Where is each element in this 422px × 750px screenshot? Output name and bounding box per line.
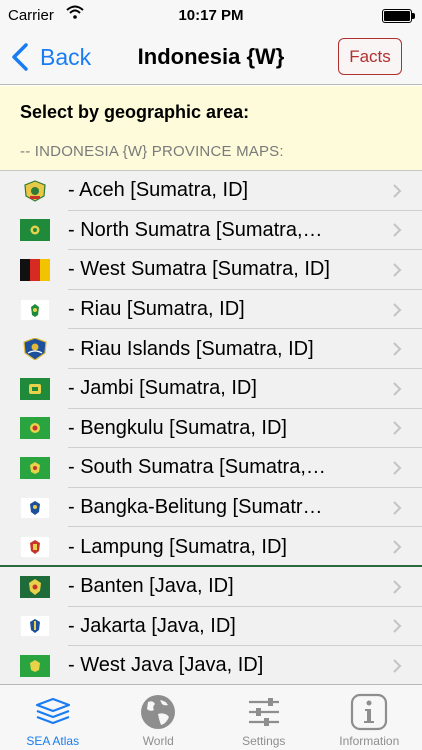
back-label: Back bbox=[40, 43, 92, 70]
list-item-lampung[interactable]: - Lampung [Sumatra, ID] bbox=[0, 527, 422, 567]
west-java-flag-icon bbox=[20, 654, 50, 677]
list-item-south-sumatra[interactable]: - South Sumatra [Sumatra,… bbox=[0, 448, 422, 488]
jambi-flag-icon bbox=[20, 377, 50, 400]
chevron-right-icon bbox=[393, 540, 402, 554]
list-item-label: - Banten [Java, ID] bbox=[68, 575, 234, 598]
back-button[interactable]: Back bbox=[8, 40, 91, 74]
province-list: - Aceh [Sumatra, ID] - North Sumatra [Su… bbox=[0, 171, 422, 686]
battery-icon bbox=[382, 9, 415, 23]
list-item-label: - Aceh [Sumatra, ID] bbox=[68, 179, 249, 202]
list-item-label: - Riau Islands [Sumatra, ID] bbox=[68, 337, 314, 360]
list-item-label: - Lampung [Sumatra, ID] bbox=[68, 535, 287, 558]
tab-information[interactable]: Information bbox=[317, 685, 422, 750]
chevron-right-icon bbox=[393, 382, 402, 396]
tab-label: Settings bbox=[242, 734, 286, 748]
list-item-jambi[interactable]: - Jambi [Sumatra, ID] bbox=[0, 368, 422, 409]
list-item-west-java[interactable]: - West Java [Java, ID] bbox=[0, 646, 422, 686]
aceh-emblem-icon bbox=[20, 179, 50, 202]
list-item-banten[interactable]: - Banten [Java, ID] bbox=[0, 566, 422, 607]
chevron-right-icon bbox=[393, 500, 402, 515]
chevron-right-icon bbox=[393, 342, 402, 356]
page-title: Indonesia {W} bbox=[137, 44, 285, 69]
globe-icon bbox=[141, 695, 176, 729]
riau-islands-emblem-icon bbox=[20, 338, 50, 361]
chevron-right-icon bbox=[393, 580, 402, 594]
chevron-right-icon bbox=[393, 619, 402, 634]
battery-level bbox=[384, 11, 410, 21]
tab-sea-atlas[interactable]: SEA Atlas bbox=[0, 685, 106, 750]
list-item-bengkulu[interactable]: - Bengkulu [Sumatra, ID] bbox=[0, 408, 422, 449]
list-item-riau-islands[interactable]: - Riau Islands [Sumatra, ID] bbox=[0, 329, 422, 369]
bengkulu-flag-icon bbox=[20, 417, 50, 440]
lampung-flag-icon bbox=[20, 536, 50, 559]
list-item-north-sumatra[interactable]: - North Sumatra [Sumatra,… bbox=[0, 210, 422, 251]
list-item-riau[interactable]: - Riau [Sumatra, ID] bbox=[0, 289, 422, 330]
sliders-icon bbox=[248, 698, 279, 726]
tab-label: World bbox=[142, 734, 174, 748]
tab-bar: SEA Atlas World Settings Information bbox=[0, 684, 422, 750]
list-item-label: - South Sumatra [Sumatra,… bbox=[68, 456, 326, 479]
list-item-label: - Bangka-Belitung [Sumatr… bbox=[68, 496, 323, 519]
tab-label: SEA Atlas bbox=[26, 734, 80, 748]
list-item-aceh[interactable]: - Aceh [Sumatra, ID] bbox=[0, 171, 422, 211]
select-prompt: Select by geographic area: bbox=[20, 102, 250, 122]
status-time: 10:17 PM bbox=[178, 7, 244, 24]
chevron-right-icon bbox=[393, 302, 402, 317]
list-item-west-sumatra[interactable]: - West Sumatra [Sumatra, ID] bbox=[0, 250, 422, 290]
chevron-right-icon bbox=[393, 184, 402, 198]
navigation-bar: Back Indonesia {W} Facts bbox=[0, 30, 422, 85]
chevron-right-icon bbox=[393, 421, 402, 436]
list-item-jakarta[interactable]: - Jakarta [Java, ID] bbox=[0, 606, 422, 647]
info-icon bbox=[351, 693, 388, 731]
chevron-right-icon bbox=[393, 659, 402, 673]
banten-flag-icon bbox=[20, 575, 50, 598]
list-item-label: - West Java [Java, ID] bbox=[68, 654, 264, 677]
map-stack-icon bbox=[35, 697, 70, 725]
list-item-label: - Jakarta [Java, ID] bbox=[68, 614, 236, 637]
bangka-belitung-flag-icon bbox=[20, 496, 50, 519]
chevron-right-icon bbox=[393, 263, 402, 277]
chevron-right-icon bbox=[393, 461, 402, 475]
list-item-label: - North Sumatra [Sumatra,… bbox=[68, 218, 323, 241]
section-title: -- INDONESIA {W} PROVINCE MAPS: bbox=[20, 143, 284, 160]
list-item-label: - West Sumatra [Sumatra, ID] bbox=[68, 258, 330, 281]
facts-button[interactable]: Facts bbox=[338, 38, 402, 75]
list-item-label: - Jambi [Sumatra, ID] bbox=[68, 377, 257, 400]
chevron-left-icon bbox=[12, 43, 28, 71]
status-bar: Carrier 10:17 PM bbox=[0, 0, 422, 30]
north-sumatra-flag-icon bbox=[20, 219, 50, 242]
west-sumatra-flag-icon bbox=[20, 258, 50, 281]
jakarta-flag-icon bbox=[20, 615, 50, 638]
riau-flag-icon bbox=[20, 298, 50, 321]
south-sumatra-flag-icon bbox=[20, 456, 50, 479]
list-item-label: - Riau [Sumatra, ID] bbox=[68, 298, 245, 321]
chevron-right-icon bbox=[393, 223, 402, 238]
list-item-bangka-belitung[interactable]: - Bangka-Belitung [Sumatr… bbox=[0, 487, 422, 528]
tab-label: Information bbox=[339, 734, 400, 748]
tab-settings[interactable]: Settings bbox=[211, 685, 317, 750]
area-header: Select by geographic area: -- INDONESIA … bbox=[0, 86, 422, 171]
tab-world[interactable]: World bbox=[106, 685, 212, 750]
list-item-label: - Bengkulu [Sumatra, ID] bbox=[68, 416, 287, 439]
